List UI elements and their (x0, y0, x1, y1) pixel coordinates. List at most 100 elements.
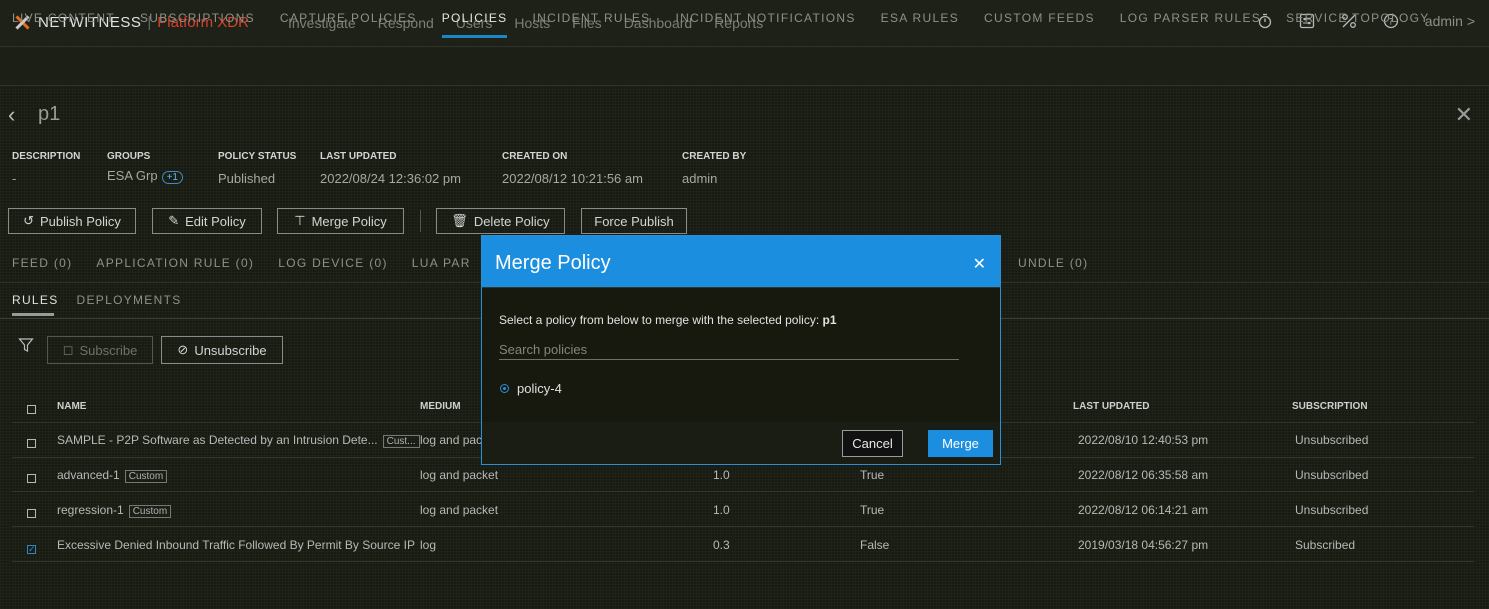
edit-policy-button[interactable]: ✎ Edit Policy (152, 208, 262, 234)
unsubscribe-button[interactable]: ⊘ Unsubscribe (161, 336, 283, 364)
status-label: POLICY STATUS (218, 151, 297, 162)
row-version: 1.0 (713, 503, 730, 517)
policy-title: p1 (38, 103, 61, 125)
created-on-label: CREATED ON (502, 151, 568, 162)
tab-log-parser-rules[interactable]: LOG PARSER RULES (1120, 11, 1261, 25)
trash-icon: 🗑 (451, 213, 468, 228)
tab-live-content[interactable]: LIVE CONTENT (12, 11, 115, 25)
force-publish-button[interactable]: Force Publish (581, 208, 687, 234)
tab-incident-notifications[interactable]: INCIDENT NOTIFICATIONS (675, 11, 855, 25)
merge-icon: ⊤ (294, 213, 306, 228)
row-updated: 2022/08/12 06:14:21 am (1078, 503, 1209, 517)
row-enabled: False (860, 538, 890, 552)
col-medium[interactable]: MEDIUM (420, 401, 461, 412)
description-value: - (12, 171, 17, 186)
row-updated: 2019/03/18 04:56:27 pm (1078, 538, 1209, 552)
row-updated: 2022/08/12 06:35:58 am (1078, 468, 1209, 482)
row-checkbox[interactable] (27, 470, 36, 488)
tab-policies[interactable]: POLICIES (441, 11, 508, 38)
selected-policy-name: p1 (822, 313, 837, 327)
tab-deployments[interactable]: DEPLOYMENTS (77, 293, 182, 307)
custom-tag: Cust... (382, 435, 420, 448)
tab-esa-rules[interactable]: ESA RULES (881, 11, 959, 25)
divider (420, 210, 421, 232)
row-checkbox-checked[interactable]: ✓ (27, 539, 36, 557)
created-by-value: admin (682, 171, 718, 186)
close-icon[interactable]: ✕ (1455, 102, 1473, 128)
policy-option-label: policy-4 (517, 381, 562, 396)
user-menu[interactable]: admin > (1425, 13, 1475, 29)
row-version: 1.0 (713, 468, 730, 482)
custom-tag: Custom (124, 470, 168, 483)
merge-policy-button[interactable]: ⊤ Merge Policy (277, 208, 404, 234)
row-divider (12, 491, 1474, 492)
groups-label: GROUPS (107, 151, 151, 162)
row-checkbox[interactable] (27, 435, 36, 453)
table-row-name[interactable]: advanced-1 Custom (57, 468, 168, 483)
tab-lua-parser[interactable]: LUA PAR (412, 256, 471, 270)
row-medium: log and pack (420, 433, 489, 447)
modal-footer: Cancel Merge (482, 422, 1000, 464)
group-name: ESA Grp (107, 168, 158, 183)
tab-bundle[interactable]: UNDLE (0) (1018, 256, 1088, 270)
tab-incident-rules[interactable]: INCIDENT RULES (532, 11, 650, 25)
merge-policy-modal: Merge Policy ✕ Select a policy from belo… (481, 235, 1001, 465)
tab-rules[interactable]: RULES (12, 293, 59, 316)
tab-subscriptions[interactable]: SUBSCRIPTIONS (140, 11, 255, 25)
rule-tabs: RULES DEPLOYMENTS (12, 293, 182, 316)
custom-tag: Custom (128, 505, 172, 518)
tab-custom-feeds[interactable]: CUSTOM FEEDS (984, 11, 1095, 25)
publish-policy-button[interactable]: ↺ Publish Policy (8, 208, 136, 234)
col-subscription[interactable]: SUBSCRIPTION (1292, 401, 1368, 412)
col-name[interactable]: NAME (57, 401, 86, 412)
search-policies-input[interactable] (499, 340, 959, 360)
back-chevron-icon[interactable]: ‹ (8, 102, 15, 128)
modal-divider (482, 287, 1000, 288)
last-updated-label: LAST UPDATED (320, 151, 397, 162)
sub-nav-items: LIVE CONTENT SUBSCRIPTIONS CAPTURE POLIC… (12, 11, 1430, 38)
merge-button[interactable]: Merge (928, 430, 993, 457)
status-value: Published (218, 171, 276, 186)
created-by-label: CREATED BY (682, 151, 747, 162)
row-enabled: True (860, 503, 885, 517)
modal-title: Merge Policy (495, 252, 611, 274)
tab-feed[interactable]: FEED (0) (12, 256, 72, 270)
tab-service-topology[interactable]: SERVICE TOPOLOGY (1286, 11, 1430, 25)
row-version: 0.3 (713, 538, 730, 552)
created-on-value: 2022/08/12 10:21:56 am (502, 171, 643, 186)
last-updated-value: 2022/08/24 12:36:02 pm (320, 171, 461, 186)
row-checkbox[interactable] (27, 505, 36, 523)
row-divider (12, 526, 1474, 527)
delete-policy-button[interactable]: 🗑 Delete Policy (436, 208, 565, 234)
groups-more-badge[interactable]: +1 (161, 171, 183, 184)
select-all-checkbox[interactable] (27, 401, 36, 419)
policy-option[interactable]: policy-4 (500, 381, 562, 396)
row-updated: 2022/08/10 12:40:53 pm (1078, 433, 1209, 447)
refresh-icon: ↺ (23, 213, 34, 228)
edit-icon: ✎ (168, 213, 180, 228)
tab-application-rule[interactable]: APPLICATION RULE (0) (96, 256, 254, 270)
filter-icon[interactable] (18, 337, 34, 358)
table-row-name[interactable]: Excessive Denied Inbound Traffic Followe… (57, 538, 415, 552)
row-medium: log (420, 538, 437, 552)
row-subscription: Unsubscribed (1295, 468, 1369, 482)
tab-capture-policies[interactable]: CAPTURE POLICIES (280, 11, 417, 25)
row-subscription: Unsubscribed (1295, 433, 1369, 447)
sub-nav (0, 48, 1489, 86)
row-medium: log and packet (420, 503, 499, 517)
row-subscription: Subscribed (1295, 538, 1356, 552)
row-medium: log and packet (420, 468, 499, 482)
table-row-name[interactable]: regression-1 Custom (57, 503, 172, 518)
close-icon[interactable]: ✕ (973, 254, 986, 274)
radio-icon[interactable] (500, 384, 509, 393)
tab-log-device[interactable]: LOG DEVICE (0) (278, 256, 388, 270)
row-enabled: True (860, 468, 885, 482)
table-row-name[interactable]: SAMPLE - P2P Software as Detected by an … (57, 433, 420, 448)
col-last-updated[interactable]: LAST UPDATED (1073, 401, 1149, 412)
row-subscription: Unsubscribed (1295, 503, 1369, 517)
subscribe-button[interactable]: ◻ Subscribe (47, 336, 153, 364)
cancel-button[interactable]: Cancel (842, 430, 903, 457)
content-tabs: FEED (0) APPLICATION RULE (0) LOG DEVICE… (12, 256, 471, 270)
bell-icon: ◻ (62, 342, 74, 357)
description-label: DESCRIPTION (12, 151, 81, 162)
